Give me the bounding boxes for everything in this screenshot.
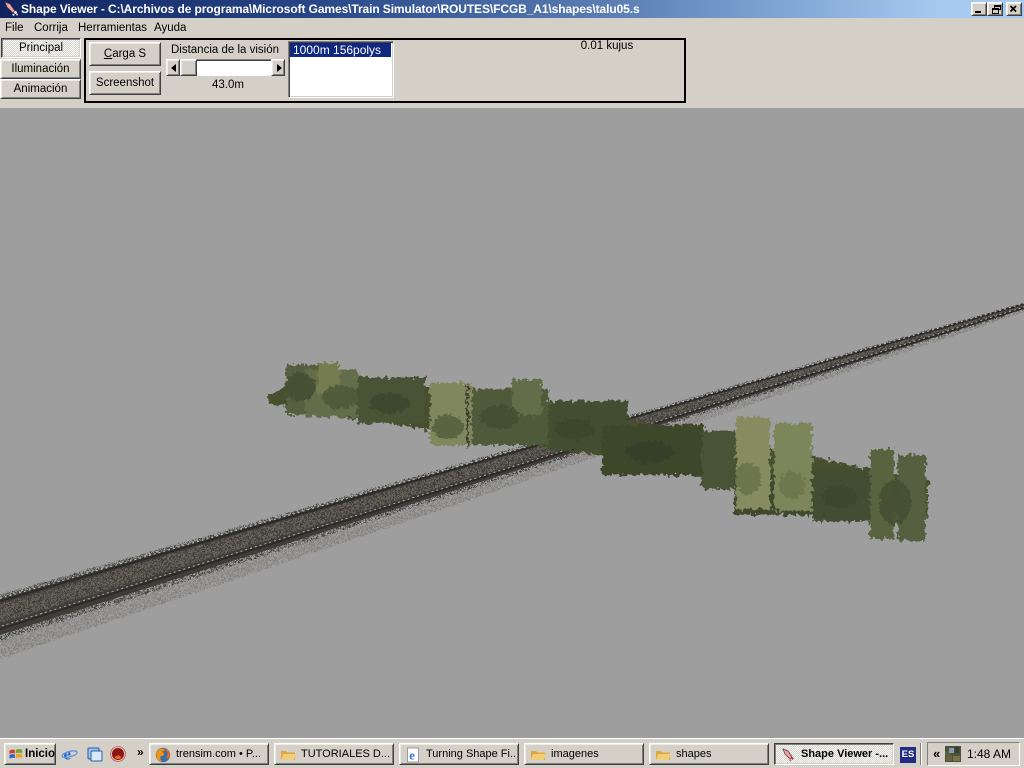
svg-text:e: e (409, 749, 415, 763)
svg-text:e: e (64, 746, 72, 763)
